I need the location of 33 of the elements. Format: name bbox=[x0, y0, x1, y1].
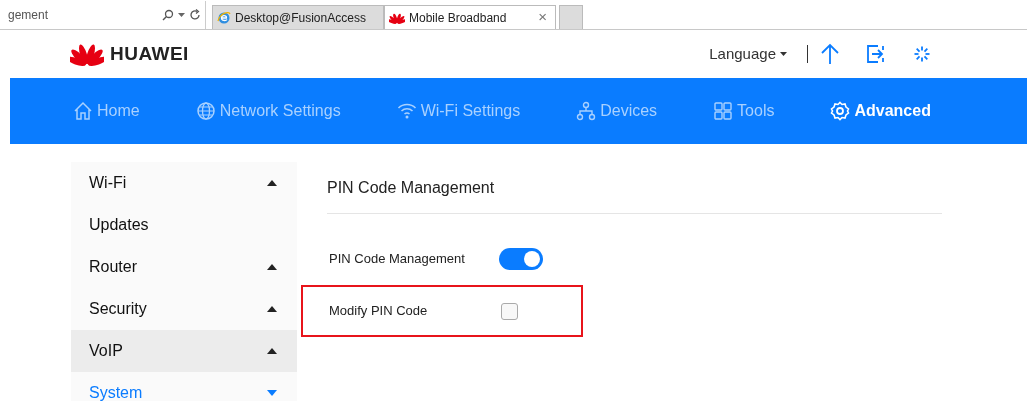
logout-icon[interactable] bbox=[866, 44, 886, 64]
sidebar-item[interactable]: VoIP bbox=[71, 330, 297, 372]
checkbox[interactable] bbox=[501, 302, 518, 320]
grid-icon bbox=[713, 101, 734, 121]
sidebar-item[interactable]: Updates bbox=[71, 204, 297, 246]
network-tree-icon bbox=[576, 101, 597, 121]
brand-name: HUAWEI bbox=[110, 41, 189, 66]
globe-e-icon bbox=[217, 10, 231, 25]
flower-logo-icon bbox=[389, 11, 405, 24]
setting-label: PIN Code Management bbox=[329, 250, 466, 269]
wifi-icon bbox=[396, 101, 417, 121]
home-icon bbox=[73, 101, 93, 121]
loading-spinner-icon bbox=[912, 44, 932, 64]
sidebar-item[interactable]: Wi-Fi bbox=[71, 162, 297, 204]
language-dropdown[interactable]: Language bbox=[709, 42, 787, 66]
sidebar-item[interactable]: Security bbox=[71, 288, 297, 330]
sidebar-item[interactable]: System bbox=[71, 372, 297, 401]
section-title: PIN Code Management bbox=[327, 162, 942, 214]
browser-tab[interactable]: Mobile Broadband × bbox=[384, 5, 556, 29]
close-icon[interactable]: × bbox=[534, 6, 551, 29]
upload-arrow-icon[interactable] bbox=[820, 43, 840, 65]
sidebar-item[interactable]: Router bbox=[71, 246, 297, 288]
caret-down-icon bbox=[780, 52, 787, 56]
address-text: gement bbox=[8, 7, 50, 24]
globe-icon bbox=[195, 101, 216, 121]
browser-tab[interactable]: Desktop@FusionAccess bbox=[212, 5, 384, 29]
search-icon[interactable] bbox=[162, 9, 174, 21]
caret-icon[interactable] bbox=[178, 12, 185, 18]
toggle-switch[interactable] bbox=[499, 248, 543, 270]
settings-icon bbox=[830, 101, 851, 121]
setting-label: Modify PIN Code bbox=[329, 302, 429, 321]
refresh-icon[interactable] bbox=[189, 9, 201, 21]
nav-tab[interactable]: Advanced bbox=[830, 99, 931, 123]
